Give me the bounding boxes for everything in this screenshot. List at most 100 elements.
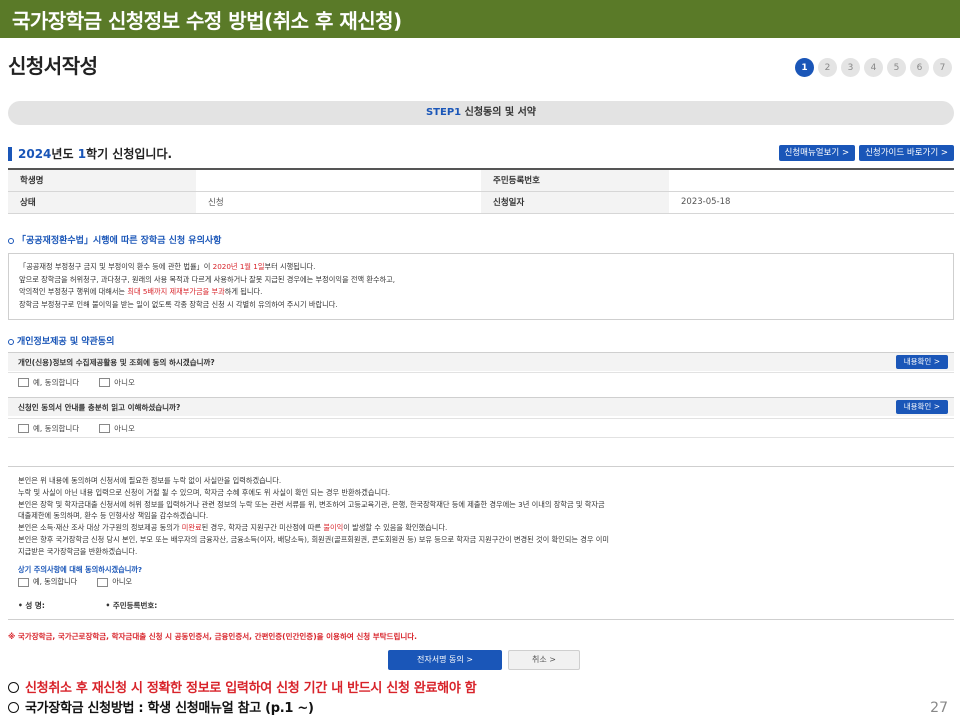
step-1: 1 bbox=[795, 58, 814, 77]
disagree-label: 아니오 bbox=[114, 378, 135, 387]
student-name-label: 학생명 bbox=[8, 169, 196, 192]
public-finance-notice: 「공공재정 부정청구 금지 및 부정이익 환수 등에 관한 법률」이 2020년… bbox=[8, 253, 954, 320]
agreement-text: 된 경우, 학자금 지원구간 미산정에 따른 bbox=[201, 523, 324, 533]
notice-text: 악의적인 부정청구 행위에 대해서는 bbox=[19, 287, 128, 296]
notice-line: 「공공재정 부정청구 금지 및 부정이익 환수 등에 관한 법률」이 2020년… bbox=[19, 261, 943, 274]
notice-line: 장학금 부정청구로 인해 불이익을 받는 일이 없도록 각종 장학금 신청 시 … bbox=[19, 299, 338, 309]
checkbox-icon[interactable] bbox=[99, 378, 111, 387]
notice-date: 2020년 1월 1일 bbox=[212, 262, 265, 271]
signer-rrn-label: • 주민등록번호: bbox=[105, 601, 158, 611]
disagree-option[interactable]: 아니오 bbox=[99, 423, 135, 434]
apply-date-value: 2023-05-18 bbox=[669, 191, 954, 214]
public-finance-title-rest: 시행에 따른 장학금 신청 유의사항 bbox=[92, 236, 222, 246]
agreement-highlight: 미완료 bbox=[181, 523, 202, 533]
step-bar-label: 신청동의 및 서약 bbox=[464, 107, 536, 118]
agreement-line: 누락 및 사실이 아닌 내용 입력으로 신청이 거절 될 수 있으며, 학자금 … bbox=[18, 487, 390, 497]
footer-warning: 신청취소 후 재신청 시 정확한 정보로 입력하여 신청 기간 내 반드시 신청… bbox=[25, 681, 477, 696]
privacy-title: 개인정보제공 및 약관동의 bbox=[8, 334, 114, 347]
term-suffix: 학기 신청입니다. bbox=[86, 147, 173, 161]
circle-bullet-icon bbox=[8, 338, 14, 345]
step-4: 4 bbox=[864, 58, 883, 77]
public-finance-title: 「공공재정환수법」시행에 따른 장학금 신청 유의사항 bbox=[8, 233, 221, 246]
checkbox-icon[interactable] bbox=[18, 423, 29, 433]
agreement-line: 대출제한에 동의하며, 환수 등 민형사상 책임을 감수하겠습니다. bbox=[18, 511, 209, 521]
circle-bullet-icon bbox=[8, 682, 19, 693]
notice-text: 부터 시행됩니다. bbox=[264, 262, 316, 271]
agreement-text: 본인은 소득·재산 조사 대상 가구원의 정보제공 동의가 bbox=[18, 523, 182, 533]
agree-option[interactable]: 예, 동의합니다 bbox=[18, 576, 77, 588]
notice-text: 「공공재정 부정청구 금지 및 부정이익 환수 등에 관한 법률」이 bbox=[19, 262, 213, 271]
slide-banner: 국가장학금 신청정보 수정 방법(취소 후 재신청) bbox=[0, 0, 960, 38]
agree-label: 예, 동의합니다 bbox=[33, 577, 78, 587]
public-finance-title-prefix: 「공공재정환수법」 bbox=[17, 236, 93, 246]
agreement-box: 본인은 위 내용에 동의하며 신청서에 필요한 정보를 누락 없이 사실만을 입… bbox=[8, 466, 954, 620]
status-label: 상태 bbox=[8, 191, 196, 214]
term-number: 1 bbox=[77, 147, 87, 161]
step-bar-number: STEP1 bbox=[425, 107, 462, 118]
disagree-option[interactable]: 아니오 bbox=[99, 377, 135, 388]
agree-option[interactable]: 예, 동의합니다 bbox=[18, 423, 79, 434]
cancel-button[interactable]: 취소 > bbox=[508, 650, 580, 670]
notice-penalty: 최대 5배까지 제재부가금을 부과 bbox=[127, 287, 225, 296]
consent-question-1: 개인(신용)정보의 수집제공활용 및 조회에 동의 하시겠습니까? 내용확인 > bbox=[8, 352, 954, 371]
heading-bar-mark bbox=[8, 146, 12, 161]
guide-link-button[interactable]: 신청가이드 바로가기 > bbox=[859, 145, 954, 161]
consent-question-text: 신청인 동의서 안내를 충분히 읽고 이해하셨습니까? bbox=[18, 403, 181, 412]
consent-answer-2: 예, 동의합니다 아니오 bbox=[8, 418, 954, 438]
disagree-label: 아니오 bbox=[114, 423, 135, 433]
e-signature-agree-button[interactable]: 전자서명 동의 > bbox=[388, 650, 502, 670]
agreement-line: 지급받은 국가장학금을 반환하겠습니다. bbox=[18, 546, 138, 556]
agreement-line: 본인은 장학 및 학자금대출 신청서에 허위 정보를 입력하거나 관련 정보의 … bbox=[18, 499, 605, 509]
step-5: 5 bbox=[887, 58, 906, 77]
agree-label: 예, 동의합니다 bbox=[33, 423, 80, 433]
footer-line-1: 신청취소 후 재신청 시 정확한 정보로 입력하여 신청 기간 내 반드시 신청… bbox=[8, 677, 477, 696]
circle-bullet-icon bbox=[8, 702, 19, 713]
checkbox-icon[interactable] bbox=[99, 423, 111, 433]
page-number: 27 bbox=[930, 700, 948, 716]
view-details-button[interactable]: 내용확인 > bbox=[895, 400, 948, 414]
agreement-line: 본인은 향후 국가장학금 신청 당시 본인, 부모 또는 배우자의 금융자산, … bbox=[18, 534, 609, 544]
agreement-line: 본인은 위 내용에 동의하며 신청서에 필요한 정보를 누락 없이 사실만을 입… bbox=[18, 476, 282, 485]
apply-date-label: 신청일자 bbox=[481, 191, 669, 214]
checkbox-icon[interactable] bbox=[97, 577, 109, 587]
view-manual-button[interactable]: 신청매뉴얼보기 > bbox=[778, 145, 856, 161]
step-indicator: 1 2 3 4 5 6 7 bbox=[795, 58, 952, 77]
agreement-highlight: 불이익 bbox=[323, 523, 344, 533]
applicant-info-table: 학생명 주민등록번호 상태 신청 신청일자 2023-05-18 bbox=[8, 168, 954, 214]
consent-question-2: 신청인 동의서 안내를 충분히 읽고 이해하셨습니까? 내용확인 > bbox=[8, 397, 954, 416]
step-6: 6 bbox=[910, 58, 929, 77]
notice-text: 하게 됩니다. bbox=[224, 287, 263, 296]
privacy-title-text: 개인정보제공 및 약관동의 bbox=[17, 337, 115, 347]
signature-fields: • 성 명: • 주민등록번호: bbox=[18, 600, 944, 612]
circle-bullet-icon bbox=[8, 237, 14, 244]
checkbox-icon[interactable] bbox=[18, 577, 29, 587]
disagree-label: 아니오 bbox=[112, 577, 133, 587]
term-heading: 2024년도 1학기 신청입니다. bbox=[8, 145, 172, 162]
page-title: 신청서작성 bbox=[8, 54, 98, 78]
consent-question-text: 개인(신용)정보의 수집제공활용 및 조회에 동의 하시겠습니까? bbox=[18, 358, 215, 367]
term-year: 2024 bbox=[18, 147, 52, 161]
notice-line: 앞으로 장학금을 허위청구, 과다청구, 원래의 사용 목적과 다르게 사용하거… bbox=[19, 274, 396, 284]
agreement-question: 상기 주의사항에 대해 동의하시겠습니까? bbox=[18, 564, 143, 574]
banner-title: 국가장학금 신청정보 수정 방법(취소 후 재신청) bbox=[12, 9, 402, 33]
step-bar: STEP1 신청동의 및 서약 bbox=[8, 101, 954, 125]
view-details-button[interactable]: 내용확인 > bbox=[895, 355, 948, 369]
checkbox-icon[interactable] bbox=[18, 378, 29, 387]
signer-name-label: • 성 명: bbox=[18, 601, 45, 611]
agree-option[interactable]: 예, 동의합니다 bbox=[18, 377, 79, 388]
footer-reference: 국가장학금 신청방법 : 학생 신청매뉴얼 참고 (p.1 ~) bbox=[25, 701, 314, 716]
agree-label: 예, 동의합니다 bbox=[33, 378, 80, 387]
student-name-value bbox=[196, 169, 481, 192]
footer-line-2: 국가장학금 신청방법 : 학생 신청매뉴얼 참고 (p.1 ~) bbox=[8, 697, 314, 716]
rrn-value bbox=[669, 169, 954, 192]
rrn-label: 주민등록번호 bbox=[481, 169, 669, 192]
term-text: 2024년도 1학기 신청입니다. bbox=[18, 145, 172, 162]
agreement-line: 본인은 소득·재산 조사 대상 가구원의 정보제공 동의가 미완료된 경우, 학… bbox=[18, 522, 944, 534]
action-buttons: 전자서명 동의 > 취소 > bbox=[388, 650, 580, 670]
consent-answer-1: 예, 동의합니다 아니오 bbox=[8, 372, 954, 392]
step-3: 3 bbox=[841, 58, 860, 77]
disagree-option[interactable]: 아니오 bbox=[97, 576, 132, 588]
status-value: 신청 bbox=[196, 191, 481, 214]
table-row: 상태 신청 신청일자 2023-05-18 bbox=[8, 191, 954, 214]
notice-line: 악의적인 부정청구 행위에 대해서는 최대 5배까지 제재부가금을 부과하게 됩… bbox=[19, 286, 943, 299]
